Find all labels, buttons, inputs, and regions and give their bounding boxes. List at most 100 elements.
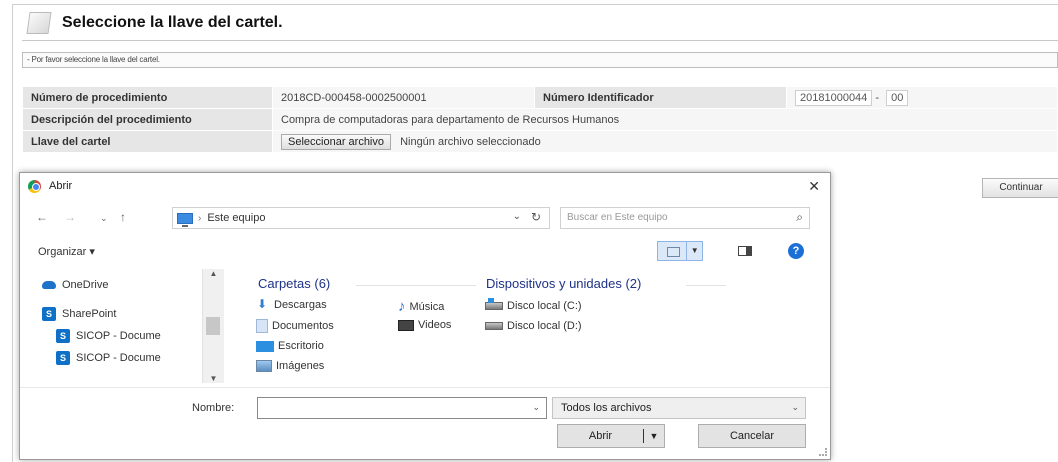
- folder-imagenes[interactable]: Imágenes: [256, 360, 324, 372]
- device-disco-c[interactable]: Disco local (C:): [485, 298, 582, 312]
- chrome-icon: [28, 179, 41, 193]
- file-type-select[interactable]: Todos los archivos ⌄: [552, 397, 806, 419]
- scroll-down-icon[interactable]: ▼: [203, 374, 224, 383]
- scrollbar-thumb[interactable]: [206, 317, 220, 335]
- folder-label: Videos: [418, 319, 452, 331]
- description-value: Compra de computadoras para departamento…: [272, 108, 1058, 131]
- procedure-number-label: Número de procedimiento: [22, 86, 273, 109]
- device-disco-d[interactable]: Disco local (D:): [485, 320, 582, 332]
- sharepoint-icon: S: [56, 329, 70, 343]
- section-divider: [686, 285, 726, 286]
- dialog-footer-divider: [20, 387, 830, 388]
- help-icon[interactable]: ?: [788, 243, 804, 259]
- sharepoint-icon: S: [56, 351, 70, 365]
- documents-icon: [256, 319, 268, 333]
- view-dropdown-icon[interactable]: ▼: [687, 242, 702, 260]
- computer-icon: [177, 212, 193, 227]
- identifier-suffix: 00: [886, 89, 909, 106]
- open-file-dialog: Abrir ✕ ← → ⌄ ↑ › Este equipo ⌄ ↻ Buscar…: [19, 172, 831, 460]
- folder-escritorio[interactable]: Escritorio: [256, 340, 324, 352]
- file-status-text: Ningún archivo seleccionado: [400, 135, 541, 148]
- forward-arrow-icon[interactable]: →: [64, 210, 76, 224]
- close-icon[interactable]: ✕: [808, 178, 820, 195]
- download-icon: [256, 297, 270, 311]
- search-placeholder: Buscar en Este equipo: [567, 212, 668, 223]
- view-grid-icon: [658, 242, 688, 260]
- identifier-cell: 20181000044 - 00: [786, 86, 1058, 109]
- filename-input[interactable]: ⌄: [257, 397, 547, 419]
- table-row: Llave del cartel Seleccionar archivo Nin…: [22, 130, 1058, 153]
- identifier-separator: -: [875, 91, 880, 104]
- procedure-number-value: 2018CD-000458-0002500001: [272, 86, 535, 109]
- document-icon: [26, 12, 52, 34]
- resize-grip-icon[interactable]: [819, 448, 827, 456]
- dialog-titlebar: Abrir: [20, 173, 830, 199]
- search-icon[interactable]: ⌕: [796, 210, 803, 225]
- refresh-icon[interactable]: ↻: [531, 210, 541, 224]
- folders-section-title: Carpetas (6): [258, 276, 331, 291]
- folder-videos[interactable]: Videos: [398, 319, 451, 331]
- page-header: Seleccione la llave del cartel.: [22, 6, 283, 40]
- preview-pane-icon[interactable]: [738, 246, 752, 256]
- nav-item-onedrive[interactable]: OneDrive: [42, 279, 108, 291]
- scroll-up-icon[interactable]: ▲: [203, 269, 224, 278]
- folder-label: Descargas: [274, 299, 327, 311]
- disk-c-icon: [485, 298, 503, 310]
- desktop-icon: [256, 340, 274, 352]
- up-arrow-icon[interactable]: ↑: [120, 210, 126, 224]
- folder-descargas[interactable]: Descargas: [256, 297, 327, 311]
- address-bar[interactable]: › Este equipo ⌄ ↻: [172, 207, 550, 229]
- recent-locations-icon[interactable]: ⌄: [100, 213, 108, 224]
- nav-item-sharepoint[interactable]: S SharePoint: [42, 307, 116, 321]
- select-file-button[interactable]: Seleccionar archivo: [281, 133, 391, 150]
- folder-label: Música: [409, 300, 445, 313]
- nav-item-sicop-2[interactable]: S SICOP - Docume: [56, 351, 161, 365]
- cancel-button[interactable]: Cancelar: [698, 424, 806, 448]
- description-label: Descripción del procedimiento: [22, 108, 273, 131]
- cartel-key-label: Llave del cartel: [22, 130, 273, 153]
- procedure-info-table: Número de procedimiento 2018CD-000458-00…: [22, 86, 1058, 153]
- dialog-navigation-bar: ← → ⌄ ↑ › Este equipo ⌄ ↻ Buscar en Este…: [20, 207, 830, 231]
- device-label: Disco local (C:): [507, 300, 582, 312]
- open-button-label: Abrir: [588, 430, 613, 442]
- identifier-label: Número Identificador: [534, 86, 787, 109]
- folder-label: Imágenes: [276, 360, 325, 372]
- device-label: Disco local (D:): [507, 320, 582, 332]
- filename-label: Nombre:: [192, 402, 235, 414]
- identifier-value: 20181000044: [795, 89, 873, 106]
- folder-documentos[interactable]: Documentos: [256, 319, 334, 333]
- navigation-pane: OneDrive S SharePoint S SICOP - Docume S…: [20, 269, 224, 383]
- breadcrumb-separator: ›: [198, 212, 202, 224]
- nav-item-sicop-1[interactable]: S SICOP - Docume: [56, 329, 161, 343]
- pictures-icon: [256, 360, 272, 372]
- section-divider: [356, 285, 476, 286]
- breadcrumb-location[interactable]: Este equipo: [207, 212, 265, 224]
- file-type-value: Todos los archivos: [561, 402, 652, 414]
- continue-button[interactable]: Continuar: [982, 178, 1058, 198]
- change-view-button[interactable]: ▼: [657, 241, 703, 261]
- devices-section-title: Dispositivos y unidades (2): [486, 276, 642, 291]
- address-dropdown-icon[interactable]: ⌄: [513, 211, 521, 222]
- table-row: Número de procedimiento 2018CD-000458-00…: [22, 86, 1058, 109]
- file-type-dropdown-icon[interactable]: ⌄: [791, 402, 799, 413]
- open-options-dropdown-icon[interactable]: ▼: [644, 431, 664, 441]
- file-input-cell: Seleccionar archivo Ningún archivo selec…: [272, 130, 1058, 153]
- videos-icon: [398, 319, 414, 331]
- search-input[interactable]: Buscar en Este equipo ⌕: [560, 207, 810, 229]
- header-divider: [22, 40, 1058, 41]
- back-arrow-icon[interactable]: ←: [36, 210, 48, 224]
- disk-d-icon: [485, 322, 503, 330]
- page-title: Seleccione la llave del cartel.: [62, 14, 283, 31]
- table-row: Descripción del procedimiento Compra de …: [22, 108, 1058, 131]
- folder-label: Escritorio: [278, 340, 324, 352]
- dialog-toolbar: Organizar ▾ ▼ ?: [20, 239, 830, 265]
- sharepoint-icon: S: [42, 307, 56, 321]
- nav-item-label: SICOP - Docume: [76, 352, 161, 364]
- nav-item-label: SICOP - Docume: [76, 330, 161, 342]
- open-button[interactable]: Abrir ▼: [557, 424, 665, 448]
- folder-label: Documentos: [272, 320, 334, 332]
- filename-dropdown-icon[interactable]: ⌄: [532, 402, 540, 413]
- folder-musica[interactable]: ♪ Música: [398, 298, 444, 315]
- organize-button[interactable]: Organizar ▾: [38, 245, 95, 258]
- cloud-icon: [42, 281, 56, 289]
